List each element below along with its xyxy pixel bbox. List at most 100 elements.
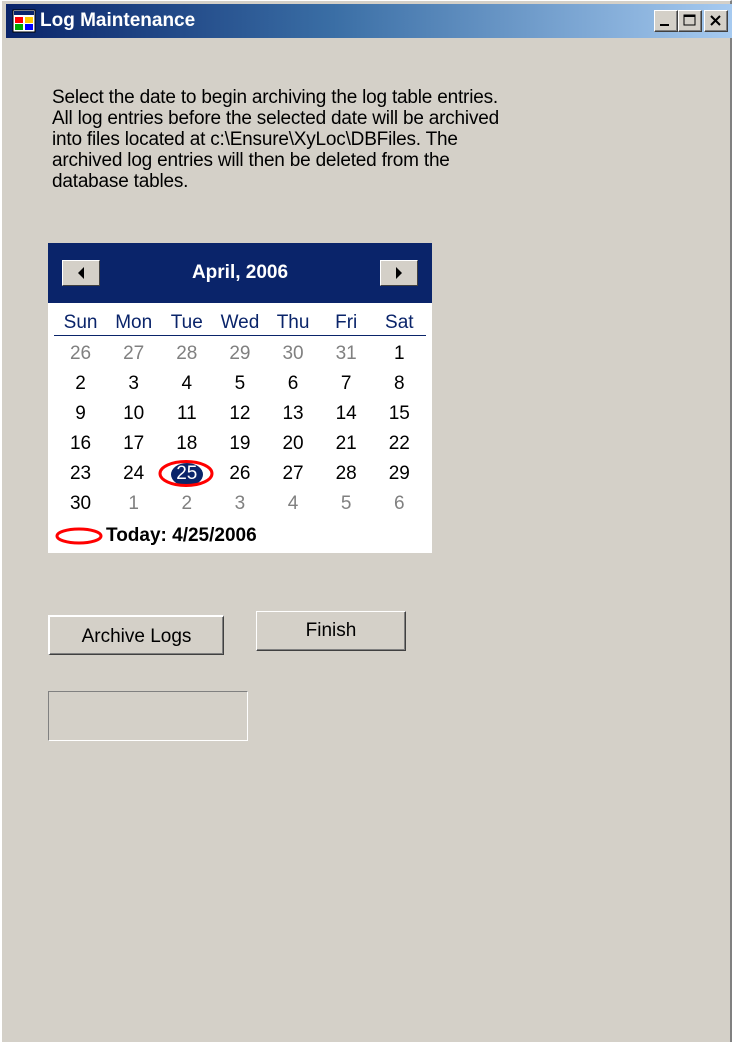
maximize-button[interactable]	[678, 10, 702, 32]
calendar-day[interactable]: 14	[320, 399, 373, 429]
calendar-day-number: 30	[69, 493, 92, 514]
calendar-day[interactable]: 7	[320, 369, 373, 399]
calendar-week-row: 16 17 18 19 20 21 22	[54, 429, 426, 459]
calendar-day-number: 6	[287, 373, 299, 394]
calendar-day[interactable]: 1	[107, 489, 160, 519]
calendar-day[interactable]: 20	[267, 429, 320, 459]
calendar-day[interactable]: 23	[54, 459, 107, 489]
calendar-day[interactable]: 1	[373, 339, 426, 369]
today-link[interactable]: Today: 4/25/2006	[54, 523, 257, 549]
calendar-day-number: 24	[123, 463, 145, 484]
calendar-week-row: 9 10 11 12 13 14 15	[54, 399, 426, 429]
title-bar[interactable]: Log Maintenance	[6, 4, 732, 38]
close-icon	[710, 15, 721, 26]
next-month-button[interactable]	[380, 260, 418, 286]
calendar-day[interactable]: 6	[267, 369, 320, 399]
today-circle-icon	[55, 527, 103, 545]
calendar-day[interactable]: 28	[320, 459, 373, 489]
calendar-day-number: 5	[234, 373, 246, 394]
calendar-day[interactable]: 5	[320, 489, 373, 519]
calendar-day[interactable]: 2	[54, 369, 107, 399]
calendar-day-number: 22	[388, 433, 410, 454]
calendar-day[interactable]: 29	[213, 339, 266, 369]
calendar-day-number: 28	[176, 343, 198, 364]
previous-month-button[interactable]	[62, 260, 100, 286]
calendar-day-number: 11	[176, 403, 197, 424]
calendar-day[interactable]: 10	[107, 399, 160, 429]
calendar-day[interactable]: 27	[107, 339, 160, 369]
minimize-button[interactable]	[654, 10, 678, 32]
calendar-day-number: 16	[69, 433, 92, 454]
app-icon	[12, 9, 36, 33]
month-title: April, 2006	[191, 262, 289, 283]
calendar-day[interactable]: 28	[160, 339, 213, 369]
calendar-day[interactable]: 4	[160, 369, 213, 399]
close-button[interactable]	[704, 10, 728, 32]
calendar-day-number: 29	[229, 343, 251, 364]
calendar-day[interactable]: 26	[54, 339, 107, 369]
calendar-day[interactable]: 21	[320, 429, 373, 459]
calendar-day-number: 26	[229, 463, 251, 484]
day-of-week-sun: Sun	[63, 312, 98, 333]
calendar-day[interactable]: 3	[213, 489, 266, 519]
calendar-day-number: 8	[394, 373, 405, 394]
finish-button[interactable]: Finish	[256, 611, 406, 651]
calendar-day-number: 18	[176, 433, 198, 454]
day-of-week-sat: Sat	[385, 312, 414, 333]
calendar-day[interactable]: 18	[160, 429, 213, 459]
day-of-week-fri: Fri	[335, 312, 358, 333]
calendar-day-number: 21	[335, 433, 357, 454]
calendar-day[interactable]: 30	[54, 489, 107, 519]
calendar-day[interactable]: 13	[267, 399, 320, 429]
calendar-week-row: 30 1 2 3 4 5 6	[54, 489, 426, 519]
calendar-day-number: 4	[181, 373, 193, 394]
calendar-day[interactable]: 31	[320, 339, 373, 369]
calendar-grid: 26 27 28 29 30 31 1 2 3 4 5 6 7 8 9 10 11 12 13 14 15 16 17 18 1…	[54, 339, 426, 519]
calendar-day-number: 15	[388, 403, 410, 424]
calendar-day-number: 29	[388, 463, 410, 484]
calendar-day[interactable]: 2	[160, 489, 213, 519]
log-maintenance-window: Log Maintenance Select the date to begin…	[0, 0, 732, 1042]
archive-logs-button[interactable]: Archive Logs	[48, 615, 224, 655]
calendar-day[interactable]: 8	[373, 369, 426, 399]
calendar-day[interactable]: 16	[54, 429, 107, 459]
calendar-day[interactable]: 30	[267, 339, 320, 369]
calendar-day[interactable]: 5	[213, 369, 266, 399]
day-of-week-mon: Mon	[115, 312, 153, 333]
maximize-icon	[683, 14, 696, 26]
right-arrow-icon	[396, 267, 402, 279]
calendar-day[interactable]: 6	[373, 489, 426, 519]
calendar-day-number: 27	[282, 463, 304, 484]
calendar-day[interactable]: 17	[107, 429, 160, 459]
calendar-day[interactable]: 9	[54, 399, 107, 429]
calendar-day[interactable]: 22	[373, 429, 426, 459]
calendar-day-number: 23	[69, 463, 92, 484]
calendar-day[interactable]: 29	[373, 459, 426, 489]
calendar-day[interactable]: 26	[213, 459, 266, 489]
calendar-day-number: 19	[229, 433, 251, 454]
calendar-day-number: 10	[123, 403, 145, 424]
calendar-day[interactable]: 15	[373, 399, 426, 429]
calendar-day[interactable]: 4	[267, 489, 320, 519]
calendar-day-number: 25	[176, 463, 198, 484]
calendar-day[interactable]: 27	[267, 459, 320, 489]
today-label: Today: 4/25/2006	[106, 525, 257, 546]
calendar-day[interactable]: 12	[213, 399, 266, 429]
day-of-week-thu: Thu	[276, 312, 310, 333]
status-textbox[interactable]	[48, 691, 248, 741]
calendar-day-number: 31	[335, 343, 357, 364]
calendar-week-row: 26 27 28 29 30 31 1	[54, 339, 426, 369]
month-calendar[interactable]: April, 2006 Sun Mon Tue Wed Thu Fri Sat 26 27 28…	[48, 243, 432, 553]
calendar-day[interactable]: 19	[213, 429, 266, 459]
calendar-day-number: 13	[282, 403, 304, 424]
day-of-week-wed: Wed	[220, 312, 260, 333]
calendar-day-number: 26	[69, 343, 92, 364]
day-of-week-row: Sun Mon Tue Wed Thu Fri Sat	[54, 311, 426, 336]
calendar-day-number: 17	[123, 433, 145, 454]
calendar-day[interactable]: 3	[107, 369, 160, 399]
calendar-day-selected[interactable]: 25	[158, 459, 214, 489]
calendar-day-number: 2	[75, 373, 86, 394]
calendar-day[interactable]: 11	[160, 399, 213, 429]
calendar-day-number: 4	[287, 493, 299, 514]
calendar-day[interactable]: 24	[107, 459, 160, 489]
